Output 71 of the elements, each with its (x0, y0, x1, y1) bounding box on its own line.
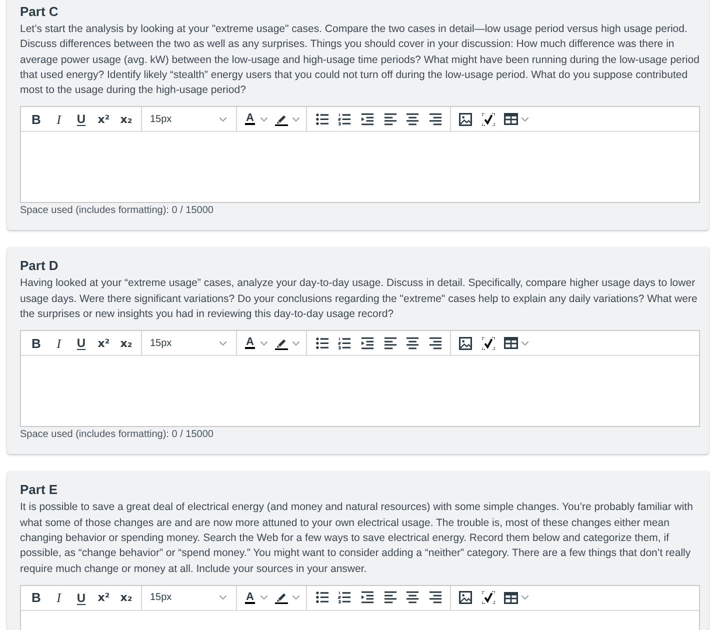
caret-icon (292, 340, 300, 346)
caret-icon (292, 595, 300, 600)
bullet-list-icon (316, 112, 329, 126)
align-right-icon (428, 591, 442, 604)
underline-button[interactable]: U (70, 588, 92, 608)
align-right-icon (428, 336, 442, 350)
align-left-icon (384, 591, 397, 604)
caret-icon (520, 340, 529, 346)
align-center-icon (406, 112, 420, 126)
font-size-select[interactable]: 15px (142, 588, 236, 608)
caret-icon (292, 116, 300, 122)
align-left-icon (384, 336, 397, 350)
superscript-button[interactable]: x² (92, 109, 115, 130)
subscript-button[interactable]: x₂ (115, 333, 138, 354)
bold-button[interactable]: B (25, 109, 48, 130)
superscript-button[interactable]: x² (92, 333, 115, 354)
align-right-icon (428, 112, 442, 126)
caret-icon (260, 595, 268, 600)
image-icon (459, 591, 472, 604)
question-text: Let’s start the analysis by looking at your "extreme usage" cases. Compare the two cases in detail—low usage period versus high usage period. Discuss differences between the two as well as any surprises. Things you should cover in your discussion: How much difference was there in average power usage (avg. kW) between the low-usage and high-usage time periods? What might have been running during the low-usage period that used energy? Identify likely “stealth” energy users that you could not turn off during the low-usage period. What do you suppose contributed most to the usage during the high-usage period? (20, 22, 700, 98)
caret-icon (520, 116, 529, 122)
table-icon (504, 592, 518, 604)
checkmark-icon (482, 336, 495, 350)
bold-button[interactable]: B (25, 588, 48, 608)
font-size-select[interactable]: 15px (142, 109, 236, 130)
image-icon (459, 112, 472, 126)
italic-button[interactable]: I (48, 588, 70, 608)
text-color-button[interactable]: A (244, 588, 268, 608)
align-center-icon (406, 591, 420, 604)
italic-button[interactable]: I (48, 109, 70, 130)
text-color-button[interactable]: A (244, 333, 268, 354)
table-icon (504, 113, 518, 126)
table-icon (504, 337, 518, 350)
highlighter-icon (274, 591, 288, 604)
bullet-list-icon (316, 591, 329, 604)
space-used-counter: Space used (includes formatting): 0 / 15000 (20, 204, 214, 218)
part-title: Part E (20, 482, 59, 498)
text-color-button[interactable]: A (244, 109, 268, 130)
part-title: Part D (20, 258, 60, 274)
numbered-list-icon (338, 336, 352, 350)
align-left-icon (384, 112, 397, 126)
image-icon (459, 336, 472, 350)
subscript-button[interactable]: x₂ (115, 109, 138, 130)
bold-button[interactable]: B (25, 333, 48, 354)
part-title: Part C (20, 4, 60, 20)
font-size-select[interactable]: 15px (142, 333, 236, 354)
align-center-icon (406, 336, 420, 350)
caret-icon (219, 116, 227, 122)
numbered-list-icon (338, 591, 352, 604)
checkmark-icon (482, 112, 495, 126)
italic-button[interactable]: I (48, 333, 70, 354)
space-used-counter: Space used (includes formatting): 0 / 15000 (20, 428, 214, 442)
superscript-button[interactable]: x² (92, 588, 115, 608)
underline-button[interactable]: U (70, 109, 92, 130)
caret-icon (520, 595, 529, 600)
caret-icon (260, 116, 268, 122)
highlighter-icon (274, 112, 288, 126)
question-text: Having looked at your “extreme usage” cases, analyze your day-to-day usage. Discuss in detail. Specifically, compare higher usage days to lower usage days. Were there significant variations? Do your conclusions regarding the "extreme" cases help to explain any daily variations? What were the surprises or new insights you had in reviewing this day-to-day usage record? (20, 276, 698, 322)
caret-icon (219, 595, 227, 600)
indent-icon (360, 591, 374, 604)
underline-button[interactable]: U (70, 333, 92, 354)
subscript-button[interactable]: x₂ (115, 588, 138, 608)
bullet-list-icon (316, 336, 329, 350)
indent-icon (360, 336, 374, 350)
question-text: It is possible to save a great deal of electrical energy (and money and natural resources) with some simple changes. You’re probably familiar with what some of those changes are and are now more attuned to your own electrical usage. The trouble is, most of these changes either mean changing behavior or spending money. Search the Web for a few ways to save electrical energy. Record them below and categorize them, if possible, as “change behavior” or “spend money.” You might want to consider adding a “neither” category. There are a few things that don’t really require much change or money at all. Include your sources in your answer. (20, 500, 694, 577)
highlighter-icon (274, 336, 288, 350)
checkmark-icon (482, 591, 495, 604)
numbered-list-icon (338, 112, 352, 126)
caret-icon (260, 340, 268, 346)
indent-icon (360, 112, 374, 126)
caret-icon (219, 340, 227, 346)
